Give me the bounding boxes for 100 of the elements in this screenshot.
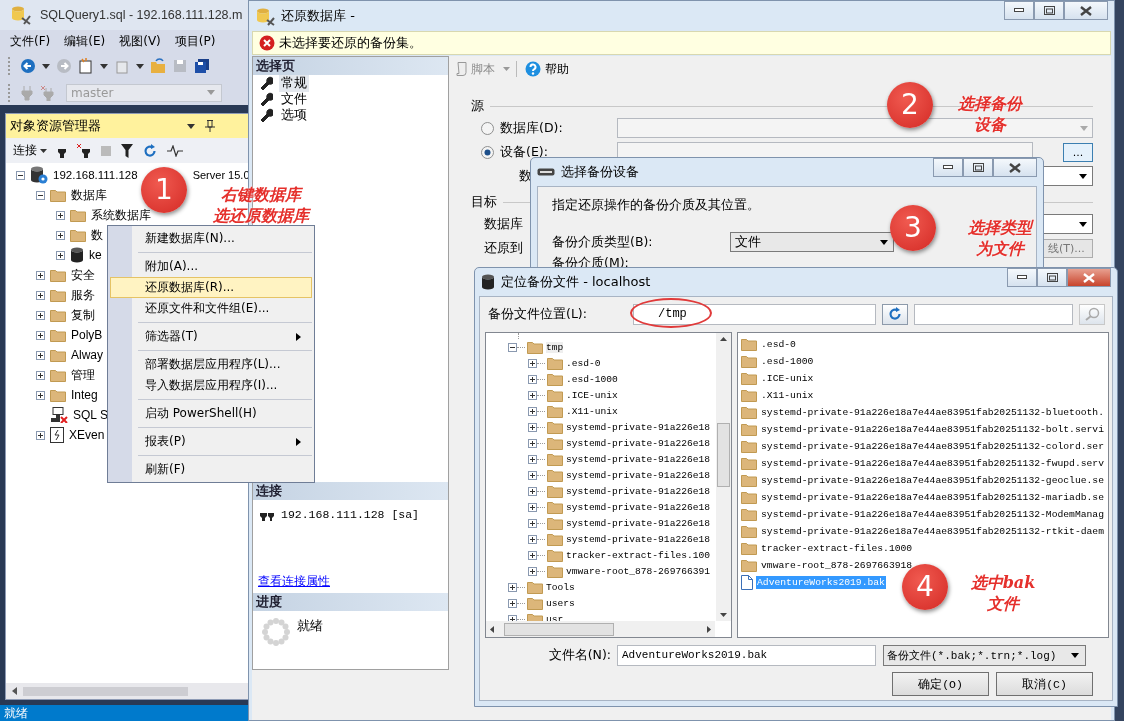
minimize-button[interactable] [1007, 268, 1037, 287]
expand-toggle[interactable] [528, 534, 537, 544]
radio-label[interactable]: 数据库(D): [500, 119, 563, 137]
file-item[interactable]: vmware-root_878-2697663918 [760, 559, 914, 572]
tree-item[interactable]: systemd-private-91a226e18 [566, 485, 710, 497]
tree-item[interactable]: systemd-private-91a226e18 [566, 469, 710, 481]
file-item[interactable]: systemd-private-91a226e18a7e44ae83951fab20251132-mariadb.se [760, 491, 1105, 504]
dialog-button[interactable]: 取消(C) [996, 672, 1093, 696]
connection-properties-link[interactable]: 查看连接属性 [258, 573, 448, 590]
tree-item[interactable]: .ICE-unix [566, 389, 618, 401]
minimize-button[interactable] [1004, 1, 1034, 20]
collapse-toggle[interactable] [36, 190, 45, 200]
page-item[interactable]: 文件 [279, 90, 309, 108]
expand-toggle[interactable] [528, 358, 537, 368]
file-item[interactable]: .X11-unix [760, 389, 815, 402]
tree-item[interactable]: 复制 [71, 306, 95, 324]
expand-toggle[interactable] [528, 438, 537, 448]
scrollbar-thumb[interactable] [717, 423, 730, 487]
expand-toggle[interactable] [36, 370, 45, 380]
timeline-button[interactable]: 线(T)... [1041, 238, 1093, 258]
expand-toggle[interactable] [36, 330, 45, 340]
expand-toggle[interactable] [36, 310, 45, 320]
maximize-button[interactable] [1037, 268, 1067, 287]
file-item[interactable]: systemd-private-91a226e18a7e44ae83951fab20251132-geoclue.se [760, 474, 1105, 487]
expand-toggle[interactable] [508, 598, 517, 608]
file-item[interactable]: systemd-private-91a226e18a7e44ae83951fab20251132-fwupd.serv [760, 457, 1105, 470]
tree-item[interactable]: PolyB [71, 328, 103, 342]
radio-label[interactable]: 设备(E): [500, 143, 548, 161]
tree-item[interactable]: systemd-private-91a226e18 [566, 453, 710, 465]
media-type-dropdown[interactable]: 文件 [730, 232, 894, 252]
file-item[interactable]: systemd-private-91a226e18a7e44ae83951fab20251132-bluetooth. [760, 406, 1105, 419]
tree-item[interactable]: XEven [69, 428, 105, 442]
menu-item[interactable]: 视图(V) [119, 32, 161, 50]
browse-button[interactable]: ... [1063, 142, 1093, 162]
expand-toggle[interactable] [528, 470, 537, 480]
tree-item[interactable]: tracker-extract-files.100 [566, 549, 710, 561]
tree-item[interactable]: Alway [71, 348, 103, 362]
menu-item[interactable]: 筛选器(T) [110, 326, 312, 347]
expand-toggle[interactable] [528, 486, 537, 496]
menu-item[interactable]: 刷新(F) [110, 459, 312, 480]
tree-item[interactable]: vmware-root_878-269766391 [566, 565, 710, 577]
expand-toggle[interactable] [36, 390, 45, 400]
menu-item[interactable]: 文件(F) [10, 32, 51, 50]
expand-toggle[interactable] [528, 566, 537, 576]
database-dropdown[interactable] [617, 118, 1093, 138]
menu-item[interactable]: 编辑(E) [64, 32, 106, 50]
file-item[interactable]: .ICE-unix [760, 372, 815, 385]
tree-item[interactable]: 服务 [71, 286, 95, 304]
expand-toggle[interactable] [528, 518, 537, 528]
tree-item[interactable]: 数 [91, 226, 103, 244]
scrollbar-thumb[interactable] [23, 686, 188, 696]
tree-item[interactable]: Integ [71, 388, 98, 402]
expand-toggle[interactable] [528, 550, 537, 560]
tree-item[interactable]: systemd-private-91a226e18 [566, 421, 710, 433]
tree-item[interactable]: usr [546, 613, 564, 621]
tree-item[interactable]: 数据库 [71, 186, 107, 204]
tree-item[interactable]: systemd-private-91a226e18 [566, 437, 710, 449]
expand-toggle[interactable] [528, 374, 537, 384]
menu-item[interactable]: 还原文件和文件组(E)... [110, 298, 312, 319]
connect-button[interactable]: 连接 [13, 142, 47, 159]
minimize-button[interactable] [933, 158, 963, 177]
file-item[interactable]: .esd-1000 [760, 355, 815, 368]
menu-item[interactable]: 附加(A)... [110, 256, 312, 277]
tree-item[interactable]: Tools [546, 581, 575, 593]
vertical-scrollbar[interactable] [716, 333, 731, 621]
file-item[interactable]: tracker-extract-files.1000 [760, 542, 914, 555]
maximize-button[interactable] [963, 158, 993, 177]
tree-item[interactable]: ke [89, 248, 102, 262]
tree-item[interactable]: users [546, 597, 575, 609]
file-item[interactable]: .esd-0 [760, 338, 797, 351]
search-field[interactable] [914, 303, 1073, 325]
expand-toggle[interactable] [36, 430, 45, 440]
radio-button[interactable] [481, 145, 494, 159]
menu-item[interactable]: 导入数据层应用程序(I)... [110, 375, 312, 396]
refresh-button[interactable] [882, 303, 908, 325]
tree-item[interactable]: systemd-private-91a226e18 [566, 533, 710, 545]
expand-toggle[interactable] [528, 422, 537, 432]
menu-item[interactable]: 还原数据库(R)... [110, 277, 312, 298]
tree-item[interactable]: .esd-1000 [566, 373, 618, 385]
scrollbar-thumb[interactable] [504, 622, 614, 636]
tree-item[interactable]: .X11-unix [566, 405, 618, 417]
file-item[interactable]: systemd-private-91a226e18a7e44ae83951fab20251132-colord.ser [760, 440, 1105, 453]
expand-toggle[interactable] [528, 390, 537, 400]
close-button[interactable] [1064, 1, 1108, 20]
collapse-toggle[interactable] [508, 342, 517, 352]
file-name-field[interactable]: AdventureWorks2019.bak [617, 644, 876, 666]
location-field[interactable]: /tmp [633, 303, 876, 325]
dialog-button[interactable]: 确定(O) [892, 672, 989, 696]
expand-toggle[interactable] [56, 230, 65, 240]
horizontal-scrollbar[interactable] [6, 683, 250, 699]
file-item[interactable]: systemd-private-91a226e18a7e44ae83951fab20251132-rtkit-daem [760, 525, 1105, 538]
tree-item[interactable]: systemd-private-91a226e18 [566, 517, 710, 529]
tree-item[interactable]: tmp [546, 341, 564, 353]
tree-item[interactable]: systemd-private-91a226e18 [566, 501, 710, 513]
menu-item[interactable]: 启动 PowerShell(H) [110, 403, 312, 424]
radio-button[interactable] [481, 121, 494, 135]
collapse-toggle[interactable] [16, 170, 25, 180]
expand-toggle[interactable] [528, 502, 537, 512]
expand-toggle[interactable] [36, 350, 45, 360]
file-type-dropdown[interactable]: 备份文件(*.bak;*.trn;*.log) [883, 644, 1086, 666]
